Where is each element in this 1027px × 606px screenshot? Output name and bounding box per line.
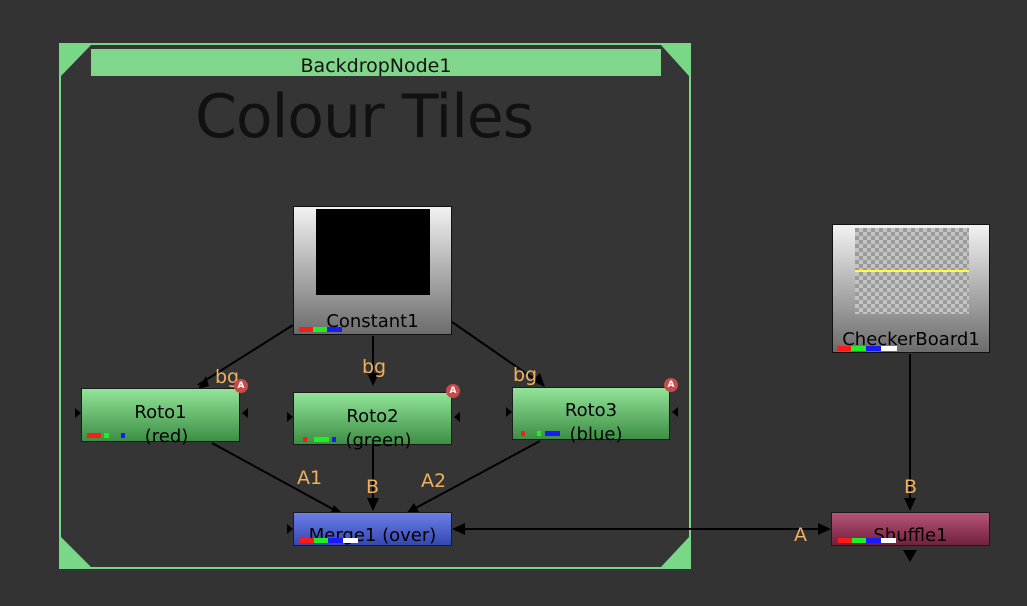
channel-blue xyxy=(866,538,881,543)
roto2-right-handle[interactable] xyxy=(454,412,460,422)
channel-red xyxy=(838,538,852,543)
roto1-left-handle[interactable] xyxy=(75,408,81,418)
roto1-right-handle[interactable] xyxy=(242,408,248,418)
node-graph[interactable]: BackdropNode1 Colour Tiles bg bg bg A1 B… xyxy=(0,0,1027,606)
channel-white xyxy=(881,538,896,543)
roto2-left-handle[interactable] xyxy=(287,412,293,422)
shuffle-node[interactable]: Shuffle1 xyxy=(831,512,990,546)
roto3-right-handle[interactable] xyxy=(672,407,678,417)
channel-green xyxy=(852,538,866,543)
channel-green xyxy=(314,538,328,543)
roto3-left-handle[interactable] xyxy=(506,407,512,417)
channel-white xyxy=(343,538,358,543)
channel-blue xyxy=(328,538,343,543)
channel-red xyxy=(300,538,314,543)
merge-node[interactable]: Merge1 (over) xyxy=(293,512,452,546)
